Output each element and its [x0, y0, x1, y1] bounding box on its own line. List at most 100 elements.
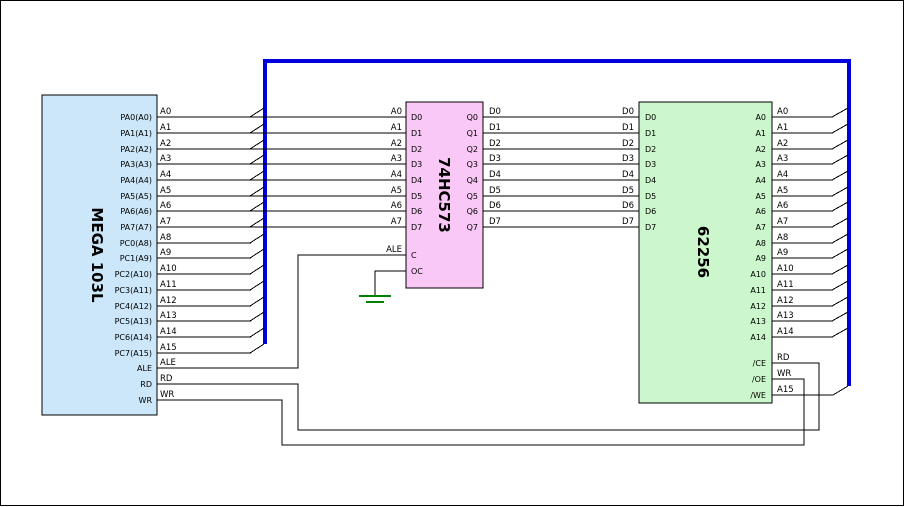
pin-latch-Q1: Q1 [467, 129, 478, 138]
pin-latch-D4: D4 [411, 176, 422, 185]
net-label-A6-latch: A6 [391, 201, 402, 211]
pin-sram-A4: A4 [755, 176, 766, 185]
pin-latch-Q0: Q0 [467, 113, 478, 122]
pin-latch-D0: D0 [411, 113, 422, 122]
pin-mcu-PC3(A11): PC3(A11) [115, 286, 152, 295]
pin-sram-A13: A13 [750, 317, 766, 326]
net-label-sram-A13: A13 [777, 311, 794, 321]
pin-latch-D3: D3 [411, 160, 422, 169]
net-label-D6: D6 [489, 201, 501, 211]
bus-entry-A0 [250, 108, 264, 117]
bus-entry-A13 [250, 312, 264, 321]
pin-sram-A6: A6 [755, 207, 766, 216]
net-label-sram-A9: A9 [777, 248, 788, 258]
net-label-A1-latch: A1 [391, 123, 402, 133]
net-label-D0: D0 [489, 107, 501, 117]
pin-sram-A0: A0 [755, 113, 766, 122]
pin-sram-/OE: /OE [752, 375, 766, 384]
pin-latch-D5: D5 [411, 192, 422, 201]
net-label-D3: D3 [489, 154, 501, 164]
net-label-sram-A10: A10 [777, 264, 794, 274]
bus-entry-A8 [250, 234, 264, 243]
bus-entry-sram-A7 [832, 218, 848, 227]
bus-entry-sram-A10 [832, 265, 848, 274]
net-label-A9: A9 [160, 248, 171, 258]
pin-mcu-PA0(A0): PA0(A0) [120, 113, 152, 122]
bus-entry-sram-A5 [832, 187, 848, 196]
net-label-A2-latch: A2 [391, 139, 402, 149]
net-label-A10: A10 [160, 264, 177, 274]
sram-title: 62256 [694, 226, 712, 278]
pin-mcu-PA4(A4): PA4(A4) [120, 176, 152, 185]
pin-mcu-PC2(A10): PC2(A10) [115, 270, 152, 279]
net-label-D2: D2 [489, 139, 501, 149]
net-label-A6: A6 [160, 201, 171, 211]
pin-latch-D1: D1 [411, 129, 422, 138]
pin-mcu-PA1(A1): PA1(A1) [120, 129, 152, 138]
net-label-D4-sram: D4 [622, 170, 634, 180]
pin-mcu-PA3(A3): PA3(A3) [120, 160, 152, 169]
bus-entry-sram-A2 [832, 140, 848, 149]
pin-sram-/CE: /CE [753, 359, 766, 368]
net-label-sram-A4: A4 [777, 170, 788, 180]
net-label-A4-latch: A4 [391, 170, 402, 180]
pin-sram-A11: A11 [750, 286, 766, 295]
net-label-D7: D7 [489, 217, 501, 227]
net-label-D1: D1 [489, 123, 501, 133]
net-label-A11: A11 [160, 280, 177, 290]
bus-entry-sram-A11 [832, 281, 848, 290]
net-label-D3-sram: D3 [622, 154, 634, 164]
bus-entry-sram-A8 [832, 234, 848, 243]
net-label-sram-A2: A2 [777, 139, 788, 149]
bus-entry-A7 [250, 218, 264, 227]
pin-sram-A9: A9 [755, 254, 766, 263]
pin-sram-D3: D3 [645, 160, 656, 169]
bus-entry-sram-A1 [832, 124, 848, 133]
pin-sram-A3: A3 [755, 160, 766, 169]
bus-entry-A15 [250, 344, 264, 353]
net-label-D6-sram: D6 [622, 201, 634, 211]
net-label-A12: A12 [160, 296, 177, 306]
pin-mcu-ALE: ALE [137, 364, 152, 373]
net-label-sram-A5: A5 [777, 186, 788, 196]
net-label-sram-A0: A0 [777, 107, 788, 117]
pin-mcu-PC4(A12): PC4(A12) [115, 302, 152, 311]
bus-entry-A11 [250, 281, 264, 290]
net-label-A8: A8 [160, 233, 171, 243]
wire-ALE [157, 255, 406, 368]
circuit-schematic: MEGA 103L 74HC573 62256 A0A0A1A1A2A2A3A3… [0, 0, 905, 507]
bus-entry-A6 [250, 202, 264, 211]
pin-mcu-PC5(A13): PC5(A13) [115, 317, 152, 326]
net-label-sram-A15: A15 [777, 385, 794, 395]
pin-latch-Q7: Q7 [467, 223, 478, 232]
net-label-A7-latch: A7 [391, 217, 402, 227]
bus-entry-A5 [250, 187, 264, 196]
latch-title: 74HC573 [435, 157, 453, 233]
bus-entry-A2 [250, 140, 264, 149]
net-label-sram-A14: A14 [777, 327, 794, 337]
bus-entry-sram-A14 [832, 328, 848, 337]
net-label-ALE-latch: ALE [386, 245, 402, 255]
pin-sram-A1: A1 [755, 129, 766, 138]
net-label-WR-sram: WR [777, 369, 791, 379]
bus-entry-sram-A4 [832, 171, 848, 180]
net-label-sram-A8: A8 [777, 233, 788, 243]
pin-sram-A7: A7 [755, 223, 766, 232]
pin-latch-OC: OC [411, 267, 423, 276]
pin-sram-D5: D5 [645, 192, 656, 201]
pin-mcu-PC7(A15): PC7(A15) [115, 349, 152, 358]
net-label-D4: D4 [489, 170, 501, 180]
bus-entry-sram-A13 [832, 312, 848, 321]
bus-entry-A12 [250, 297, 264, 306]
pin-mcu-PC6(A14): PC6(A14) [115, 333, 152, 342]
pin-latch-D2: D2 [411, 145, 422, 154]
mcu-title: MEGA 103L [88, 207, 106, 303]
pin-sram-D1: D1 [645, 129, 656, 138]
pin-latch-Q2: Q2 [467, 145, 478, 154]
net-label-A0-latch: A0 [391, 107, 402, 117]
net-label-sram-A6: A6 [777, 201, 788, 211]
pin-sram-D6: D6 [645, 207, 656, 216]
net-label-A15: A15 [160, 343, 177, 353]
pin-latch-Q6: Q6 [467, 207, 478, 216]
pin-mcu-PC1(A9): PC1(A9) [120, 254, 152, 263]
